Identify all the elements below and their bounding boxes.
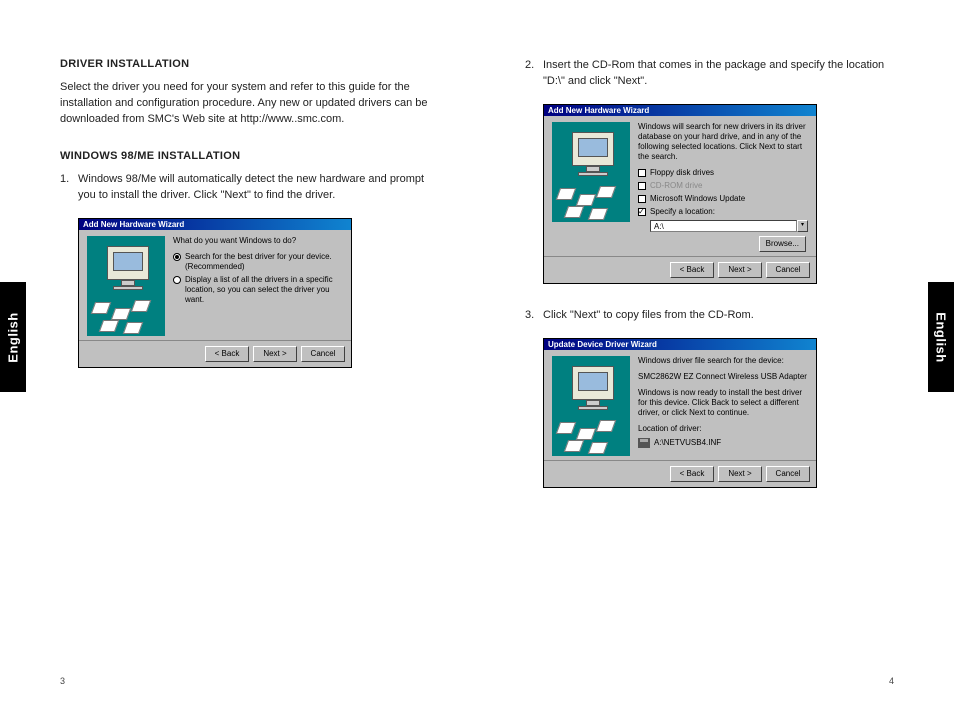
checkbox-icon bbox=[638, 195, 646, 203]
next-button[interactable]: Next > bbox=[253, 346, 297, 362]
tab-label: English bbox=[934, 312, 949, 362]
wizard-prompt: Windows will search for new drivers in i… bbox=[638, 122, 808, 162]
radio-search-best[interactable]: Search for the best driver for your devi… bbox=[173, 252, 343, 272]
checkbox-icon bbox=[638, 208, 646, 216]
wizard-titlebar: Update Device Driver Wizard bbox=[544, 339, 816, 350]
cancel-button[interactable]: Cancel bbox=[301, 346, 345, 362]
step-text: Insert the CD-Rom that comes in the pack… bbox=[543, 58, 894, 90]
back-button[interactable]: < Back bbox=[670, 262, 714, 278]
location-value: A:\NETVUSB4.INF bbox=[654, 438, 721, 448]
location-row: A:\NETVUSB4.INF bbox=[638, 438, 808, 448]
cancel-button[interactable]: Cancel bbox=[766, 466, 810, 482]
location-label: Location of driver: bbox=[638, 424, 808, 434]
wizard-titlebar: Add New Hardware Wizard bbox=[544, 105, 816, 116]
step-2: 2. Insert the CD-Rom that comes in the p… bbox=[525, 58, 894, 90]
radio-icon bbox=[173, 253, 181, 261]
page-number-right: 4 bbox=[889, 676, 894, 686]
wizard-titlebar: Add New Hardware Wizard bbox=[79, 219, 351, 230]
language-tab-left: English bbox=[0, 282, 26, 392]
heading-win98: WINDOWS 98/ME INSTALLATION bbox=[60, 150, 429, 162]
radio-label: Display a list of all the drivers in a s… bbox=[185, 275, 343, 305]
page-right: English 2. Insert the CD-Rom that comes … bbox=[477, 0, 954, 716]
back-button[interactable]: < Back bbox=[670, 466, 714, 482]
cancel-button[interactable]: Cancel bbox=[766, 262, 810, 278]
step-number: 2. bbox=[525, 58, 543, 90]
location-input[interactable]: A:\ bbox=[650, 220, 797, 232]
check-cdrom: CD-ROM drive bbox=[638, 181, 808, 191]
radio-display-list[interactable]: Display a list of all the drivers in a s… bbox=[173, 275, 343, 305]
heading-driver-installation: DRIVER INSTALLATION bbox=[60, 58, 429, 70]
floppy-icon bbox=[638, 438, 650, 448]
check-floppy[interactable]: Floppy disk drives bbox=[638, 168, 808, 178]
check-label: Floppy disk drives bbox=[650, 168, 714, 178]
page-number-left: 3 bbox=[60, 676, 65, 686]
step-3: 3. Click "Next" to copy files from the C… bbox=[525, 308, 894, 324]
wizard-art bbox=[552, 356, 630, 456]
wizard-line1: Windows driver file search for the devic… bbox=[638, 356, 808, 366]
wizard-step1: Add New Hardware Wizard What do you want… bbox=[78, 218, 352, 368]
checkbox-icon bbox=[638, 182, 646, 190]
checkbox-icon bbox=[638, 169, 646, 177]
check-windows-update[interactable]: Microsoft Windows Update bbox=[638, 194, 808, 204]
dropdown-button[interactable]: ▾ bbox=[797, 220, 808, 232]
wizard-art bbox=[552, 122, 630, 222]
step-number: 1. bbox=[60, 172, 78, 204]
step-text: Click "Next" to copy files from the CD-R… bbox=[543, 308, 894, 324]
wizard-step3: Update Device Driver Wizard Windows driv… bbox=[543, 338, 817, 488]
page-left: English DRIVER INSTALLATION Select the d… bbox=[0, 0, 477, 716]
wizard-step2: Add New Hardware Wizard Windows will sea… bbox=[543, 104, 817, 284]
check-label: Microsoft Windows Update bbox=[650, 194, 745, 204]
back-button[interactable]: < Back bbox=[205, 346, 249, 362]
radio-label: Search for the best driver for your devi… bbox=[185, 252, 343, 272]
intro-paragraph: Select the driver you need for your syst… bbox=[60, 80, 429, 128]
check-specify-location[interactable]: Specify a location: bbox=[638, 207, 808, 217]
step-1: 1. Windows 98/Me will automatically dete… bbox=[60, 172, 429, 204]
step-text: Windows 98/Me will automatically detect … bbox=[78, 172, 429, 204]
wizard-device: SMC2862W EZ Connect Wireless USB Adapter bbox=[638, 372, 808, 382]
browse-button[interactable]: Browse... bbox=[759, 236, 806, 252]
check-label: CD-ROM drive bbox=[650, 181, 702, 191]
wizard-prompt: What do you want Windows to do? bbox=[173, 236, 343, 246]
check-label: Specify a location: bbox=[650, 207, 715, 217]
wizard-line2: Windows is now ready to install the best… bbox=[638, 388, 808, 418]
tab-label: English bbox=[6, 312, 21, 362]
language-tab-right: English bbox=[928, 282, 954, 392]
next-button[interactable]: Next > bbox=[718, 466, 762, 482]
step-number: 3. bbox=[525, 308, 543, 324]
radio-icon bbox=[173, 276, 181, 284]
wizard-art bbox=[87, 236, 165, 336]
next-button[interactable]: Next > bbox=[718, 262, 762, 278]
